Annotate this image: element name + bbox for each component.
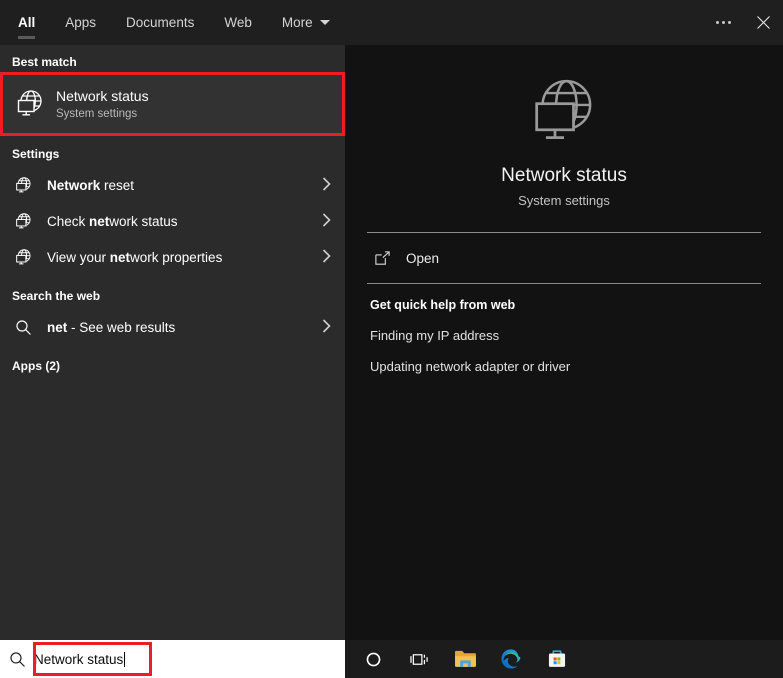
chevron-right-icon[interactable] (322, 213, 331, 229)
settings-item-label: Network reset (47, 178, 322, 193)
settings-item-label: View your network properties (47, 250, 322, 265)
open-external-icon (372, 248, 392, 268)
text-cursor (124, 651, 126, 667)
best-match-title: Network status (56, 87, 149, 104)
settings-item-check-network-status[interactable]: Check network status (0, 203, 345, 239)
quick-help-link-updating-adapter[interactable]: Updating network adapter or driver (345, 343, 783, 374)
tab-list: All Apps Documents Web More (0, 0, 345, 45)
taskbar-icon-list (350, 640, 580, 678)
settings-item-prefix-text: View your (47, 249, 110, 265)
settings-item-match-text: net (109, 249, 131, 265)
search-the-web-heading: Search the web (12, 289, 101, 303)
tab-web-label: Web (224, 15, 252, 30)
file-explorer-icon[interactable] (442, 640, 488, 678)
cortana-icon[interactable] (350, 640, 396, 678)
settings-item-label: Check network status (47, 214, 322, 229)
microsoft-edge-icon[interactable] (488, 640, 534, 678)
preview-title: Network status (501, 165, 627, 186)
open-action-label: Open (406, 250, 440, 266)
task-view-icon[interactable] (396, 640, 442, 678)
web-search-item-label: net - See web results (47, 320, 322, 335)
tab-web[interactable]: Web (209, 0, 267, 45)
close-icon[interactable] (743, 0, 783, 45)
windows-search-overlay: All Apps Documents Web More Best match N… (0, 0, 783, 678)
network-globe-monitor-icon (12, 210, 34, 232)
best-match-container: Network status System settings (0, 72, 345, 136)
tab-apps[interactable]: Apps (50, 0, 111, 45)
window-controls (703, 0, 783, 45)
settings-item-rest-text: work properties (130, 249, 223, 265)
tab-all-label: All (18, 15, 36, 30)
settings-item-rest-text: reset (100, 177, 135, 193)
settings-item-view-network-properties[interactable]: View your network properties (0, 239, 345, 275)
preview-hero: Network status System settings (345, 45, 783, 208)
best-match-text: Network status System settings (56, 87, 149, 122)
quick-help-heading: Get quick help from web (370, 298, 516, 312)
settings-item-rest-text: work status (109, 213, 178, 229)
open-action-button[interactable]: Open (345, 233, 783, 283)
settings-item-prefix-text: Check (47, 213, 90, 229)
tab-more-label: More (281, 15, 313, 30)
network-globe-monitor-icon (12, 246, 34, 268)
best-match-subtitle: System settings (56, 107, 138, 120)
search-tab-bar: All Apps Documents Web More (0, 0, 783, 45)
chevron-down-icon (319, 20, 330, 25)
tab-apps-label: Apps (65, 15, 97, 30)
chevron-right-icon[interactable] (322, 319, 331, 335)
network-globe-monitor-icon (12, 86, 48, 122)
search-results-panel: Best match Network status System setting… (0, 45, 345, 640)
apps-heading: Apps (2) (12, 359, 60, 373)
best-match-heading: Best match (12, 55, 77, 69)
taskbar: Network status (0, 640, 783, 678)
preview-subtitle: System settings (518, 193, 610, 208)
network-globe-monitor-icon (12, 174, 34, 196)
search-input-value: Network status (34, 651, 124, 667)
search-icon (0, 651, 34, 668)
tab-documents-label: Documents (126, 15, 195, 30)
chevron-right-icon[interactable] (322, 249, 331, 265)
quick-help-link-finding-ip[interactable]: Finding my IP address (345, 312, 783, 343)
web-search-rest-text: - See web results (67, 319, 176, 335)
chevron-right-icon[interactable] (322, 177, 331, 193)
web-search-match-text: net (47, 319, 68, 335)
search-input[interactable]: Network status (34, 651, 126, 667)
best-match-result-network-status[interactable]: Network status System settings (3, 75, 342, 133)
ellipsis-icon[interactable] (703, 0, 743, 45)
tab-all[interactable]: All (0, 0, 50, 45)
tab-more[interactable]: More (267, 0, 345, 45)
network-globe-monitor-icon (523, 71, 605, 153)
web-search-item-net[interactable]: net - See web results (0, 309, 345, 345)
microsoft-store-icon[interactable] (534, 640, 580, 678)
taskbar-search-box[interactable]: Network status (0, 640, 345, 678)
settings-item-match-text: Network (47, 177, 101, 193)
preview-panel: Network status System settings Open Get … (345, 45, 783, 640)
settings-item-match-text: net (89, 213, 110, 229)
settings-heading: Settings (12, 147, 60, 161)
search-icon (12, 316, 34, 338)
settings-item-network-reset[interactable]: Network reset (0, 167, 345, 203)
tab-documents[interactable]: Documents (111, 0, 209, 45)
